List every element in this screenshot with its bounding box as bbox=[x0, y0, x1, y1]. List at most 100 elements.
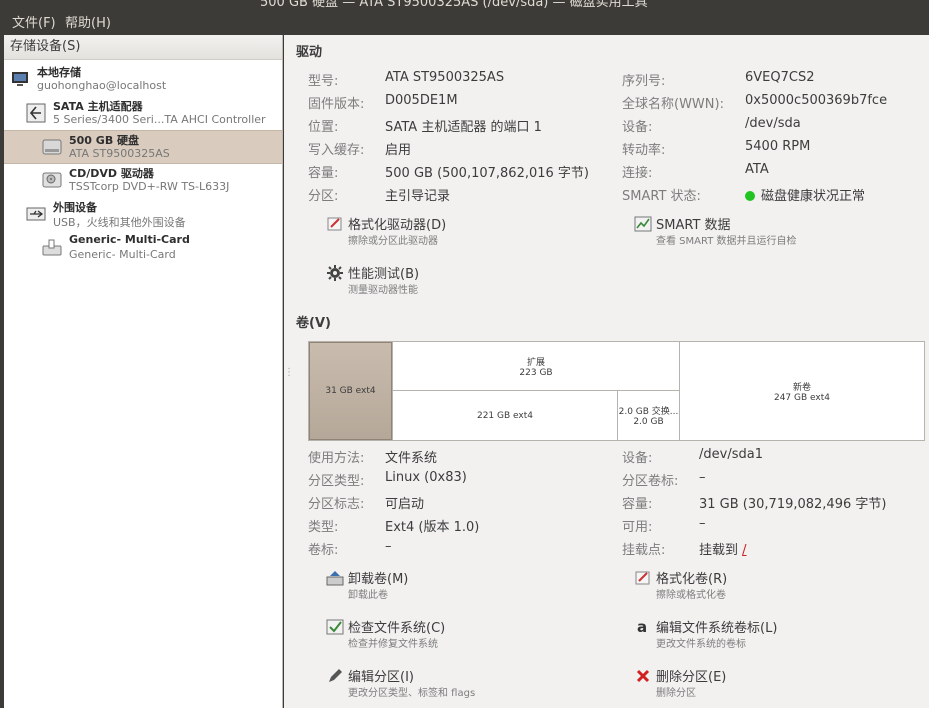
volume-logical-ext4-label: 221 GB ext4 bbox=[476, 410, 533, 421]
vol-partition-label-value: – bbox=[699, 470, 706, 485]
sidebar-item-subtitle: 5 Series/3400 Seri...TA AHCI Controller bbox=[53, 113, 266, 126]
volume-map: 31 GB ext4 扩展 223 GB 221 GB ext4 2.0 GB … bbox=[308, 341, 925, 441]
delete-partition-title: 删除分区(E) bbox=[656, 670, 727, 685]
unmount-volume-title: 卸载卷(M) bbox=[348, 572, 409, 587]
drive-partitioning-label: 分区: bbox=[308, 189, 339, 204]
menu-file[interactable]: 文件(F) bbox=[12, 12, 56, 31]
vol-partition-type-value: Linux (0x83) bbox=[385, 470, 467, 485]
drive-section-title: 驱动 bbox=[296, 45, 323, 60]
vol-mountpoint-text: 挂载到 bbox=[699, 543, 743, 558]
unmount-icon bbox=[326, 569, 344, 587]
volume-sda1-label: 31 GB ext4 bbox=[325, 386, 376, 396]
vol-device-value: /dev/sda1 bbox=[699, 447, 763, 462]
svg-text:a: a bbox=[637, 618, 647, 636]
volume-new-title: 新卷 bbox=[792, 382, 811, 393]
drive-connection-label: 连接: bbox=[622, 166, 653, 181]
smart-ok-icon bbox=[745, 191, 755, 201]
check-filesystem-desc: 检查并修复文件系统 bbox=[348, 639, 438, 650]
harddisk-icon bbox=[42, 137, 62, 157]
pencil-icon bbox=[326, 667, 344, 685]
delete-icon bbox=[634, 667, 652, 685]
volume-sda1[interactable]: 31 GB ext4 bbox=[309, 342, 392, 440]
format-volume-title: 格式化卷(R) bbox=[656, 572, 728, 587]
window-title: 500 GB 硬盘 — ATA ST9500325AS (/dev/sda) —… bbox=[260, 0, 648, 8]
volume-logical-ext4[interactable]: 221 GB ext4 bbox=[392, 391, 617, 440]
drive-firmware-label: 固件版本: bbox=[308, 97, 365, 112]
vol-type-value: Ext4 (版本 1.0) bbox=[385, 520, 480, 535]
volume-extended-size: 223 GB bbox=[519, 367, 553, 378]
volume-swap-size: 2.0 GB bbox=[633, 417, 664, 427]
vol-partition-type-label: 分区类型: bbox=[308, 474, 365, 489]
drive-model-value: ATA ST9500325AS bbox=[385, 70, 505, 85]
vol-mountpoint-value: 挂载到 / bbox=[699, 539, 747, 558]
vol-flags-label: 分区标志: bbox=[308, 497, 365, 512]
smart-data-title: SMART 数据 bbox=[656, 218, 731, 233]
sidebar-item-sata-controller[interactable]: SATA 主机适配器 5 Series/3400 Seri...TA AHCI … bbox=[4, 97, 282, 129]
vol-capacity-value: 31 GB (30,719,082,496 字节) bbox=[699, 497, 887, 512]
volume-swap-title: 2.0 GB 交换... bbox=[618, 407, 679, 417]
smart-data-desc: 查看 SMART 数据并且运行自检 bbox=[656, 236, 797, 247]
volume-new[interactable]: 新卷 247 GB ext4 bbox=[679, 342, 924, 440]
sidebar-item-title: CD/DVD 驱动器 bbox=[69, 167, 154, 180]
gear-icon bbox=[326, 264, 344, 282]
menu-help[interactable]: 帮助(H) bbox=[65, 12, 111, 31]
drive-location-label: 位置: bbox=[308, 120, 339, 135]
sidebar-item-500gb-disk[interactable]: 500 GB 硬盘 ATA ST9500325AS bbox=[4, 130, 282, 164]
unmount-volume-desc: 卸载此卷 bbox=[348, 590, 388, 601]
drive-rotation-label: 转动率: bbox=[622, 143, 666, 158]
menu-bar: 文件(F) 帮助(H) bbox=[0, 8, 929, 34]
mountpoint-link[interactable]: / bbox=[742, 543, 746, 558]
vol-capacity-label: 容量: bbox=[622, 497, 653, 512]
drive-connection-value: ATA bbox=[745, 162, 769, 177]
sidebar-item-multi-card[interactable]: Generic- Multi-Card Generic- Multi-Card bbox=[4, 232, 282, 264]
drive-rotation-value: 5400 RPM bbox=[745, 139, 811, 154]
delete-partition-desc: 删除分区 bbox=[656, 688, 696, 699]
smart-status-value: 磁盘健康状况正常 bbox=[745, 185, 865, 204]
drive-serial-label: 序列号: bbox=[622, 74, 666, 89]
card-reader-icon bbox=[42, 238, 62, 258]
drive-partitioning-value: 主引导记录 bbox=[385, 189, 451, 204]
vol-available-label: 可用: bbox=[622, 520, 653, 535]
drive-write-cache-label: 写入缓存: bbox=[308, 143, 365, 158]
edit-fs-label-desc: 更改文件系统的卷标 bbox=[656, 639, 746, 650]
vol-label-value: – bbox=[385, 539, 392, 554]
vol-type-label: 类型: bbox=[308, 520, 339, 535]
details-pane: 驱动 型号: ATA ST9500325AS 固件版本: D005DE1M 位置… bbox=[284, 35, 929, 708]
benchmark-title: 性能测试(B) bbox=[348, 267, 420, 282]
text-label-icon: a bbox=[634, 618, 652, 636]
usb-icon bbox=[26, 204, 46, 224]
sidebar-item-subtitle: USB，火线和其他外围设备 bbox=[53, 216, 186, 229]
volume-swap[interactable]: 2.0 GB 交换... 2.0 GB bbox=[617, 391, 679, 440]
format-volume-icon bbox=[634, 569, 652, 587]
smart-data-icon bbox=[634, 215, 652, 233]
controller-icon bbox=[26, 103, 46, 123]
drive-wwn-label: 全球名称(WWN): bbox=[622, 97, 724, 112]
volume-new-size: 247 GB ext4 bbox=[773, 392, 830, 403]
smart-status-label: SMART 状态: bbox=[622, 189, 701, 204]
sidebar-item-local-storage[interactable]: 本地存储 guohonghao@localhost bbox=[4, 63, 282, 95]
optical-drive-icon bbox=[42, 170, 62, 190]
vol-device-label: 设备: bbox=[622, 451, 653, 466]
sidebar-item-subtitle: Generic- Multi-Card bbox=[69, 248, 176, 261]
volume-extended[interactable]: 扩展 223 GB bbox=[392, 342, 679, 391]
drive-device-value: /dev/sda bbox=[745, 116, 801, 131]
vol-usage-label: 使用方法: bbox=[308, 451, 365, 466]
drive-capacity-value: 500 GB (500,107,862,016 字节) bbox=[385, 166, 589, 181]
sidebar-item-cd-dvd[interactable]: CD/DVD 驱动器 TSSTcorp DVD+-RW TS-L633J bbox=[4, 164, 282, 196]
pane-resize-handle[interactable]: ⋮ bbox=[284, 367, 294, 378]
edit-partition-desc: 更改分区类型、标签和 flags bbox=[348, 688, 476, 699]
vol-mountpoint-label: 挂载点: bbox=[622, 543, 666, 558]
drive-write-cache-value: 启用 bbox=[385, 143, 412, 158]
format-drive-icon bbox=[326, 215, 344, 233]
format-drive-desc: 擦除或分区此驱动器 bbox=[348, 236, 438, 247]
format-volume-desc: 擦除或格式化卷 bbox=[656, 590, 726, 601]
sidebar-item-title: SATA 主机适配器 bbox=[53, 100, 143, 113]
vol-label-label: 卷标: bbox=[308, 543, 339, 558]
window-titlebar: 500 GB 硬盘 — ATA ST9500325AS (/dev/sda) —… bbox=[0, 0, 929, 8]
volume-extended-title: 扩展 bbox=[526, 357, 545, 368]
vol-usage-value: 文件系统 bbox=[385, 451, 438, 466]
sidebar-item-subtitle: TSSTcorp DVD+-RW TS-L633J bbox=[69, 180, 230, 193]
sidebar-item-peripherals[interactable]: 外围设备 USB，火线和其他外围设备 bbox=[4, 198, 282, 230]
sidebar-item-title: 本地存储 bbox=[37, 66, 81, 79]
format-drive-title: 格式化驱动器(D) bbox=[348, 218, 447, 233]
